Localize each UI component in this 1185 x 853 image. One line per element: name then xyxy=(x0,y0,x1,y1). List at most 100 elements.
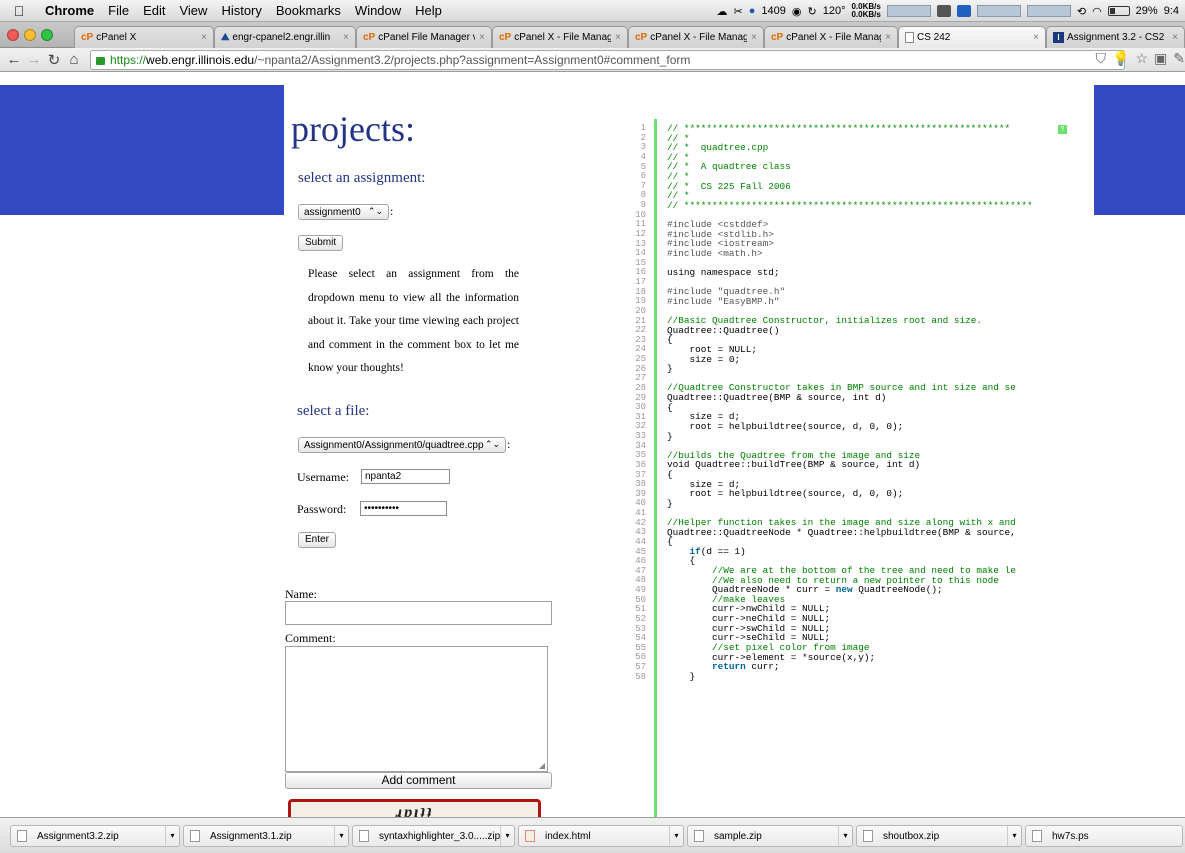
download-label: Assignment3.1.zip xyxy=(210,830,292,842)
shield-icon[interactable]: ⛉ xyxy=(1096,50,1107,67)
tab-close-icon[interactable]: × xyxy=(615,32,621,43)
dropdown-arrow-icon[interactable]: ▾ xyxy=(1007,826,1021,846)
forward-icon[interactable]: → xyxy=(24,51,44,68)
menu-history[interactable]: History xyxy=(214,3,268,18)
code-line: #include <math.h> xyxy=(667,247,763,259)
dropdown-arrow-icon[interactable]: ▾ xyxy=(334,826,348,846)
back-icon[interactable]: ← xyxy=(4,51,24,68)
memory-meter-icon xyxy=(956,5,971,17)
zoom-window-button[interactable] xyxy=(41,29,53,41)
extension-icon[interactable]: ▣ xyxy=(1154,50,1167,67)
eye-icon[interactable]: ◉ xyxy=(792,5,802,18)
reload-icon[interactable]: ↻ xyxy=(44,51,64,69)
menu-help[interactable]: Help xyxy=(408,3,449,18)
download-item[interactable]: shoutbox.zip ▾ xyxy=(856,825,1022,847)
tab-close-icon[interactable]: × xyxy=(343,32,349,43)
download-item[interactable]: hw7s.ps xyxy=(1025,825,1183,847)
code-line: Quadtree::Quadtree(BMP & source, int d) xyxy=(667,392,887,404)
menu-window[interactable]: Window xyxy=(348,3,408,18)
tab-close-icon[interactable]: × xyxy=(1172,32,1178,43)
count-readout: 1409 xyxy=(761,5,786,17)
tab-close-icon[interactable]: × xyxy=(751,32,757,43)
download-item[interactable]: sample.zip ▾ xyxy=(687,825,853,847)
password-field[interactable]: •••••••••• xyxy=(360,501,447,516)
address-bar[interactable]: https://web.engr.illinois.edu/~npanta2/A… xyxy=(90,49,1125,70)
lightbulb-icon[interactable]: 💡 xyxy=(1112,50,1129,67)
code-line: #include "EasyBMP.h" xyxy=(667,295,780,307)
url-host: web.engr.illinois.edu xyxy=(146,52,255,67)
file-select[interactable]: Assignment0/Assignment0/quadtree.cpp ⌃⌄ xyxy=(298,437,506,453)
menu-file[interactable]: File xyxy=(101,3,136,18)
menu-view[interactable]: View xyxy=(172,3,214,18)
captcha-image: ɹɒᴉʇʇ xyxy=(288,799,541,817)
tab-cpanel-x[interactable]: cP cPanel X × xyxy=(74,26,214,48)
minimize-window-button[interactable] xyxy=(24,29,36,41)
code-line: Quadtree::QuadtreeNode * Quadtree::helpb… xyxy=(667,526,1016,538)
dropdown-arrow-icon[interactable]: ▾ xyxy=(500,826,514,846)
clock[interactable]: 9:4 xyxy=(1164,5,1179,17)
download-item[interactable]: syntaxhighlighter_3.0.....zip ▾ xyxy=(352,825,515,847)
dropdown-arrow-icon[interactable]: ▾ xyxy=(669,826,683,846)
download-item[interactable]: Assignment3.2.zip ▾ xyxy=(10,825,180,847)
timemachine-icon[interactable]: ⟲ xyxy=(1077,5,1086,18)
tab-assignment-3-2[interactable]: I Assignment 3.2 - CS2 × xyxy=(1046,26,1185,48)
tab-cpanel-file-manager-1[interactable]: cP cPanel X - File Manage × xyxy=(492,26,628,48)
code-line: Quadtree::Quadtree() xyxy=(667,324,780,336)
bookmark-star-icon[interactable]: ☆ xyxy=(1135,50,1148,67)
add-comment-button[interactable]: Add comment xyxy=(285,772,552,789)
badge-icon[interactable]: ● xyxy=(749,5,756,17)
assignment-select[interactable]: assignment0 ⌃⌄ xyxy=(298,204,389,220)
tab-cs-242[interactable]: CS 242 × xyxy=(898,26,1046,48)
file-icon xyxy=(1032,830,1042,842)
tab-cpanel-file-manager-2[interactable]: cP cPanel X - File Manage × xyxy=(628,26,764,48)
battery-icon[interactable] xyxy=(1107,6,1130,16)
select-file-heading: select a file: xyxy=(297,403,370,419)
dropdown-arrow-icon[interactable]: ▾ xyxy=(838,826,852,846)
help-badge-icon[interactable]: ? xyxy=(1058,125,1067,134)
sync-icon[interactable]: ↻ xyxy=(808,5,817,18)
username-field[interactable]: npanta2 xyxy=(361,469,450,484)
name-field[interactable] xyxy=(285,601,552,625)
html-file-icon xyxy=(525,830,535,842)
tab-strip: cP cPanel X × ⛰ engr-cpanel2.engr.illin … xyxy=(0,22,1185,48)
wifi-icon[interactable]: ◠ xyxy=(1092,5,1102,18)
resize-grip-icon[interactable]: ◢ xyxy=(539,761,545,770)
tab-cpanel-file-manager-3[interactable]: cP cPanel X - File Manage × xyxy=(764,26,898,48)
menu-chrome[interactable]: Chrome xyxy=(38,3,101,18)
tab-close-icon[interactable]: × xyxy=(479,32,485,43)
tab-close-icon[interactable]: × xyxy=(1033,32,1039,43)
menu-edit[interactable]: Edit xyxy=(136,3,172,18)
dropdown-arrow-icon[interactable]: ▾ xyxy=(165,826,179,846)
close-window-button[interactable] xyxy=(7,29,19,41)
code-line: size = 0; xyxy=(667,353,741,365)
tab-title: cPanel X - File Manage xyxy=(786,32,882,43)
submit-button[interactable]: Submit xyxy=(298,235,344,251)
cpu-meter-icon xyxy=(936,5,951,17)
file-icon xyxy=(190,830,200,842)
home-icon[interactable]: ⌂ xyxy=(64,51,84,68)
code-line: root = helpbuildtree(source, d, 0, 0); xyxy=(667,488,904,500)
cloud-icon[interactable]: ☁ xyxy=(717,5,728,18)
apple-menu-icon[interactable]:  xyxy=(0,3,38,19)
tab-close-icon[interactable]: × xyxy=(201,32,207,43)
page-title: projects: xyxy=(291,109,415,149)
code-line: // *************************************… xyxy=(667,199,1033,211)
download-label: syntaxhighlighter_3.0.....zip xyxy=(379,830,500,842)
scissors-icon[interactable]: ✂ xyxy=(734,5,743,18)
window-controls xyxy=(7,29,53,41)
download-item[interactable]: Assignment3.1.zip ▾ xyxy=(183,825,349,847)
tab-title: CS 242 xyxy=(917,32,951,43)
tab-cpanel-file-manager-v3[interactable]: cP cPanel File Manager v3 × xyxy=(356,26,492,48)
menu-bookmarks[interactable]: Bookmarks xyxy=(269,3,348,18)
illinois-icon: I xyxy=(1053,32,1064,43)
code-line: using namespace std; xyxy=(667,267,780,279)
enter-button[interactable]: Enter xyxy=(298,532,336,548)
download-item[interactable]: index.html ▾ xyxy=(518,825,684,847)
tab-engr-cpanel[interactable]: ⛰ engr-cpanel2.engr.illin × xyxy=(214,26,356,48)
lock-icon[interactable] xyxy=(96,56,105,65)
projects-panel: projects: select an assignment: assignme… xyxy=(284,73,612,817)
wrench-icon[interactable]: ✎ xyxy=(1173,50,1185,67)
code-line: void Quadtree::buildTree(BMP & source, i… xyxy=(667,459,921,471)
comment-textarea[interactable]: ◢ xyxy=(285,646,548,772)
tab-close-icon[interactable]: × xyxy=(885,32,891,43)
